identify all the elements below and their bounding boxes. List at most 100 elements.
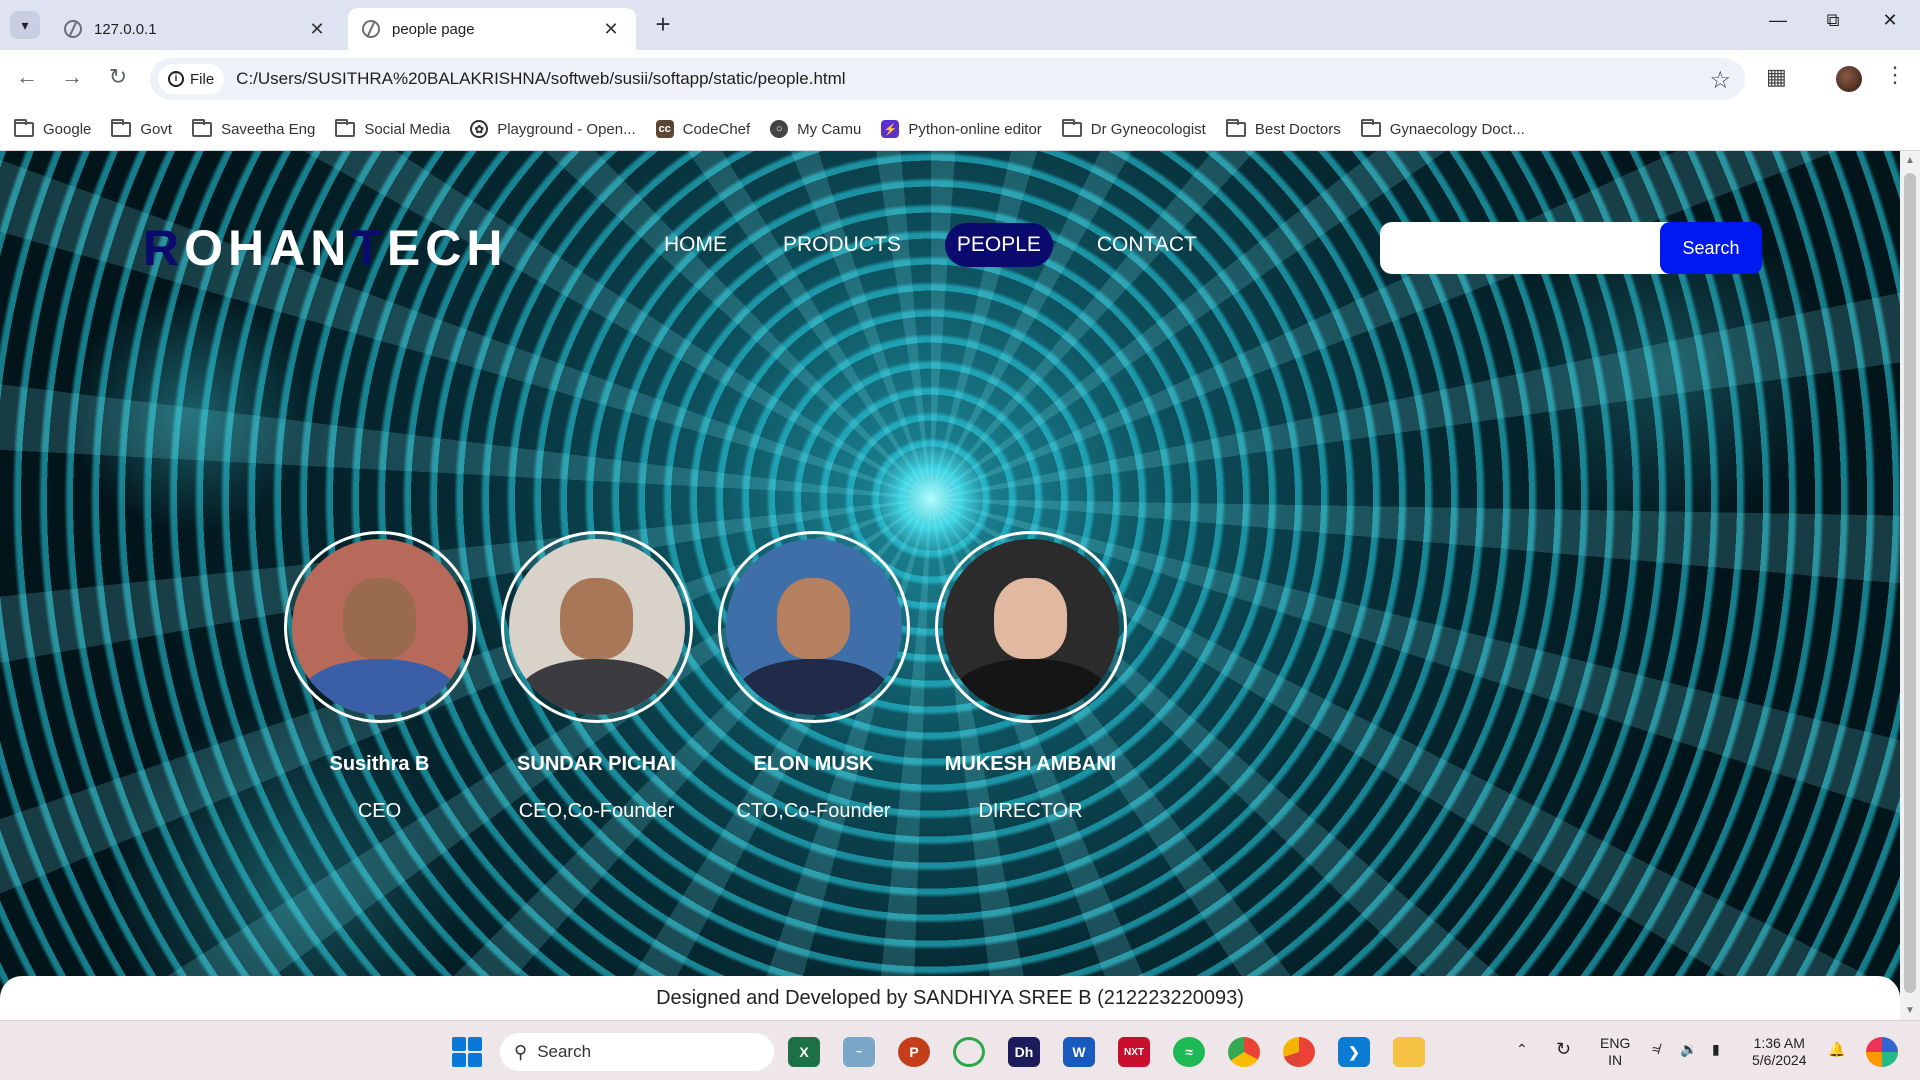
browser-tab-active[interactable]: people page ✕ (348, 8, 636, 50)
bookmark-codechef[interactable]: cc CodeChef (655, 120, 750, 138)
bookmark-label: Social Media (364, 120, 451, 138)
word-icon[interactable]: W (1063, 1037, 1095, 1067)
bookmarks-bar: Google Govt Saveetha Eng Social Media ✿ P… (0, 108, 1920, 151)
openai-icon: ✿ (470, 120, 489, 138)
bookmark-google[interactable]: Google (14, 118, 92, 138)
dh-icon[interactable]: Dh (1008, 1037, 1040, 1067)
volume-icon[interactable]: 🔉 (1680, 1041, 1697, 1058)
bookmark-label: Google (43, 120, 92, 138)
bookmark-label: Gynaecology Doct... (1389, 120, 1525, 138)
nav-contact[interactable]: CONTACT (1085, 223, 1209, 267)
nav-home[interactable]: HOME (652, 223, 739, 267)
page-scrollbar[interactable]: ▲ ▼ (1900, 151, 1920, 1020)
nav-people[interactable]: PEOPLE (944, 223, 1053, 267)
kebab-menu-icon[interactable]: ⋮ (1884, 62, 1906, 88)
search-icon: ⚲ (514, 1041, 528, 1062)
restore-button[interactable]: ⧉ (1813, 10, 1853, 31)
nav-products[interactable]: PRODUCTS (771, 223, 913, 267)
avatar-photo (291, 539, 468, 715)
bookmark-govt[interactable]: Govt (111, 118, 172, 138)
avatar-photo (725, 539, 902, 715)
region-code: IN (1608, 1052, 1623, 1068)
language-code: ENG (1600, 1035, 1631, 1051)
battery-icon[interactable]: ▮ (1712, 1041, 1720, 1058)
bookmark-label: Saveetha Eng (221, 120, 316, 138)
bookmark-label: My Camu (797, 120, 862, 138)
powerpoint-icon[interactable]: P (898, 1037, 930, 1067)
address-bar[interactable]: i File C:/Users/SUSITHRA%20BALAKRISHNA/s… (150, 58, 1745, 100)
bookmark-star-icon[interactable]: ☆ (1709, 66, 1731, 95)
sync-icon[interactable]: ↻ (1556, 1040, 1571, 1058)
taskbar-search[interactable]: ⚲ Search (500, 1033, 774, 1071)
back-button[interactable]: ← (12, 64, 42, 90)
browser-tab[interactable]: 127.0.0.1 ✕ (50, 8, 342, 50)
folder-icon (1225, 118, 1246, 137)
person-role: DIRECTOR (978, 800, 1083, 822)
avatar-photo (508, 539, 685, 715)
profile-avatar[interactable] (1836, 66, 1862, 92)
scroll-down-icon[interactable]: ▼ (1905, 1005, 1915, 1016)
folder-icon (1061, 118, 1082, 137)
chrome-icon[interactable] (1228, 1037, 1260, 1067)
avatar (500, 531, 693, 723)
chrome-alt-icon[interactable] (1283, 1037, 1315, 1067)
site-logo[interactable]: ROHANTECH (143, 219, 507, 277)
avatar (717, 531, 910, 723)
info-icon: i (168, 71, 184, 87)
avatar (934, 531, 1127, 723)
close-icon[interactable]: ✕ (600, 19, 622, 40)
site-info-chip[interactable]: i File (158, 64, 225, 94)
globe-icon (362, 20, 380, 38)
browser-toolbar: ← → ↻ i File C:/Users/SUSITHRA%20BALAKRI… (0, 50, 1920, 108)
forward-button[interactable]: → (57, 64, 87, 90)
bookmark-social-media[interactable]: Social Media (335, 118, 451, 138)
bookmark-label: Dr Gyneocologist (1090, 120, 1206, 138)
spotify-icon[interactable]: ≈ (1173, 1037, 1205, 1067)
clock-time: 1:36 AM (1753, 1035, 1805, 1051)
site-search-input[interactable] (1392, 228, 1652, 268)
bookmark-gynaecology[interactable]: Gynaecology Doct... (1360, 118, 1525, 138)
extensions-icon[interactable]: ▦ (1766, 64, 1787, 90)
file-explorer-icon[interactable] (1393, 1037, 1425, 1067)
clock[interactable]: 1:36 AM 5/6/2024 (1752, 1035, 1807, 1069)
bookmark-dr-gyneocologist[interactable]: Dr Gyneocologist (1061, 118, 1206, 138)
bookmark-my-camu[interactable]: ○ My Camu (770, 120, 861, 138)
excel-icon[interactable]: X (788, 1037, 820, 1067)
people-page: ROHANTECH HOME PRODUCTS PEOPLE CONTACT S… (0, 151, 1900, 1020)
language-indicator[interactable]: ENG IN (1600, 1035, 1630, 1069)
avatar (283, 531, 476, 723)
folder-icon (192, 118, 213, 137)
person-role: CTO,Co-Founder (736, 800, 891, 822)
new-tab-button[interactable]: + (650, 11, 676, 38)
people-list: Susithra B CEO SUNDAR PICHAI CEO,Co-Foun… (271, 531, 1139, 823)
bookmark-playground[interactable]: ✿ Playground - Open... (470, 120, 636, 138)
globe-icon: ○ (770, 120, 789, 138)
bookmark-python-editor[interactable]: ⚡ Python-online editor (881, 120, 1042, 138)
windows-start-icon[interactable] (452, 1037, 482, 1067)
close-window-button[interactable]: ✕ (1870, 10, 1910, 31)
person-role: CEO (357, 800, 402, 822)
bookmark-label: Playground - Open... (497, 120, 636, 138)
avatar-photo (942, 539, 1119, 715)
minimize-button[interactable]: — (1758, 10, 1798, 31)
scrollbar-thumb[interactable] (1904, 173, 1916, 993)
wifi-icon[interactable]: ≉ (1652, 1041, 1660, 1058)
close-icon[interactable]: ✕ (306, 19, 328, 40)
logo-letter-t: T (351, 220, 387, 276)
scroll-up-icon[interactable]: ▲ (1905, 155, 1915, 166)
vscode-icon[interactable]: ❯ (1338, 1037, 1370, 1067)
url-text[interactable]: C:/Users/SUSITHRA%20BALAKRISHNA/softweb/… (236, 69, 845, 89)
bookmark-saveetha[interactable]: Saveetha Eng (192, 118, 316, 138)
edge-like-icon[interactable] (953, 1037, 985, 1067)
sunnxt-icon[interactable]: NXT (1118, 1037, 1150, 1067)
tab-search-button[interactable]: ▾ (10, 11, 40, 39)
reload-button[interactable]: ↻ (103, 64, 133, 90)
notification-bell-icon[interactable]: 🔔 (1828, 1041, 1845, 1058)
bookmark-best-doctors[interactable]: Best Doctors (1225, 118, 1341, 138)
chevron-up-icon[interactable]: ⌃ (1516, 1041, 1528, 1058)
copilot-icon[interactable] (1866, 1037, 1898, 1067)
site-search-button[interactable]: Search (1660, 222, 1762, 274)
folder-icon (111, 118, 132, 137)
person-name: MUKESH AMBANI (944, 753, 1117, 775)
camu-icon[interactable]: ~ (843, 1037, 875, 1067)
